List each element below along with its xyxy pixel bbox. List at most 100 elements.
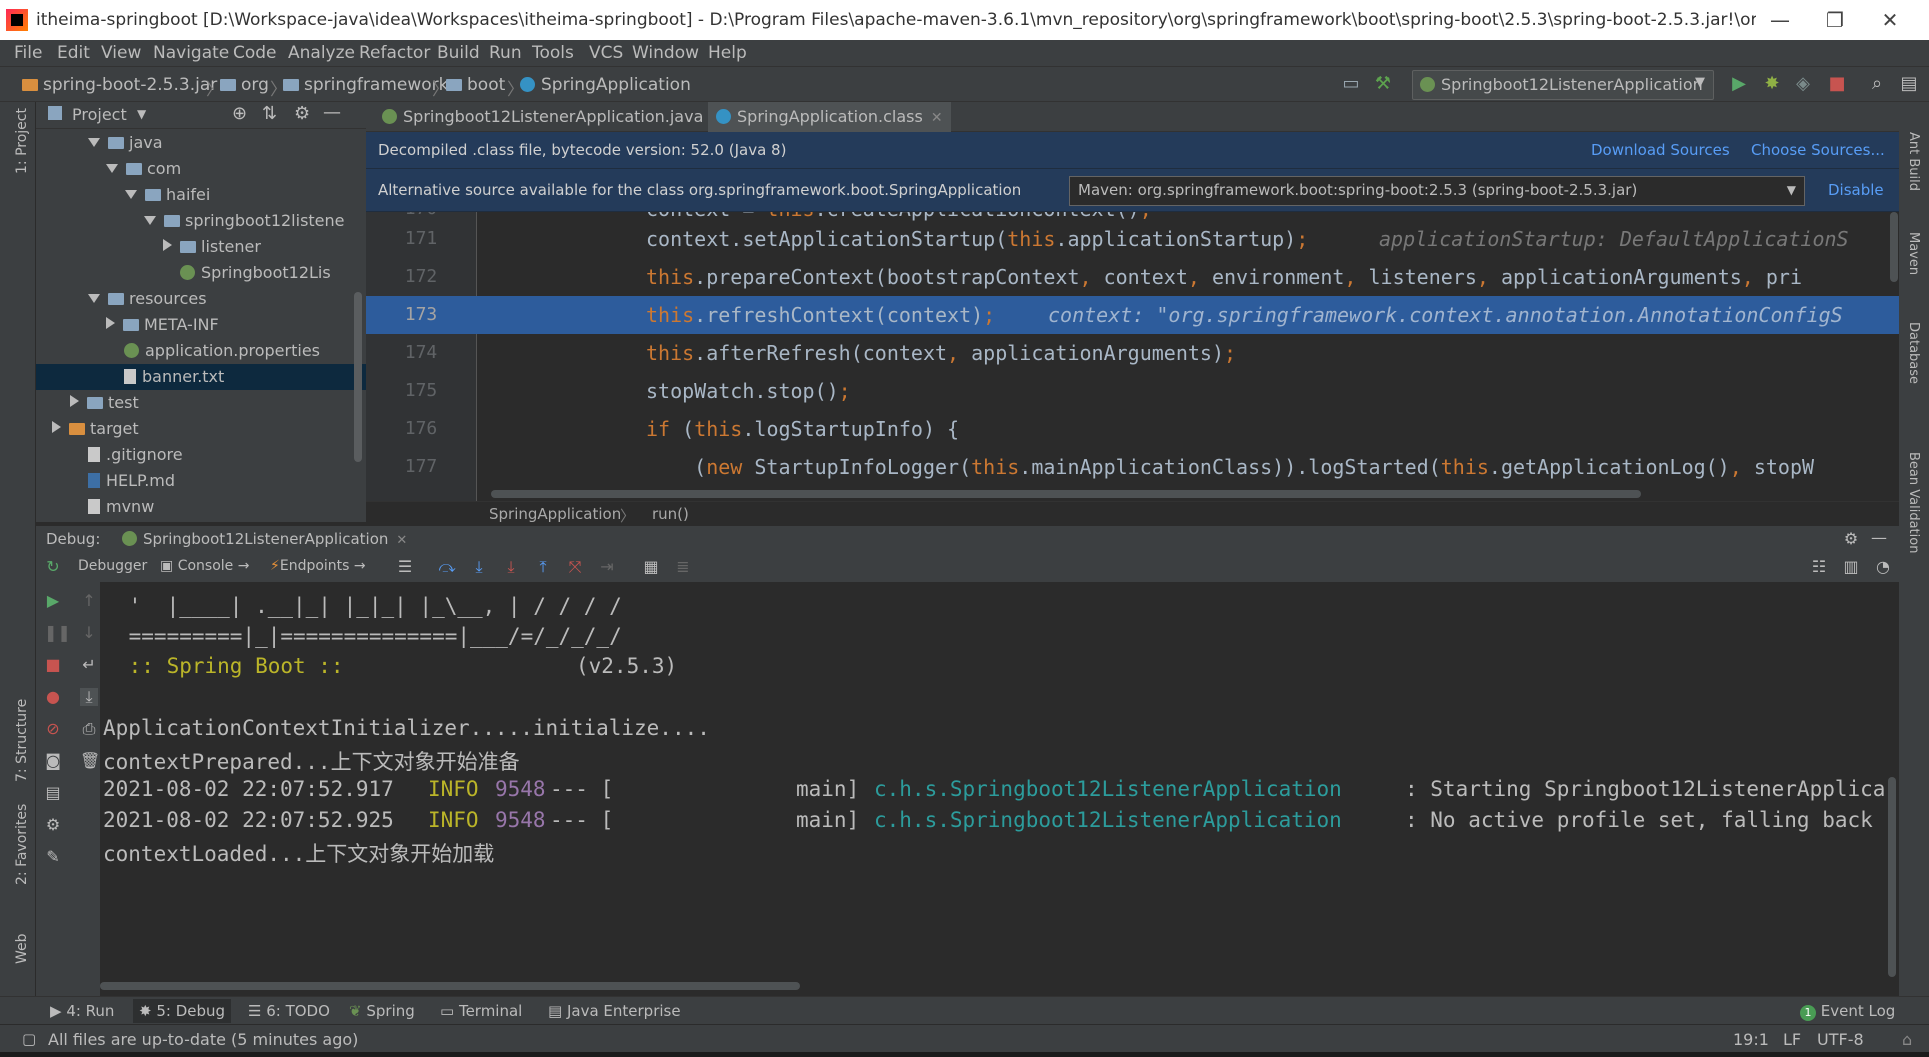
menu-build[interactable]: Build bbox=[437, 43, 480, 63]
download-sources-link[interactable]: Download Sources bbox=[1591, 141, 1730, 159]
chevron-down-icon[interactable]: ▼ bbox=[137, 107, 146, 121]
menu-file[interactable]: File bbox=[14, 43, 42, 63]
breadcrumb-method[interactable]: run() bbox=[652, 505, 689, 523]
camera-icon[interactable]: ◙ bbox=[44, 752, 62, 770]
step-over-icon[interactable]: ⤼ bbox=[438, 558, 456, 576]
tree-item[interactable]: listener bbox=[163, 234, 261, 260]
close-button[interactable]: ✕ bbox=[1872, 6, 1908, 34]
close-tab-icon[interactable]: ✕ bbox=[931, 110, 943, 126]
tree-item[interactable]: java bbox=[88, 130, 348, 156]
choose-sources-link[interactable]: Choose Sources... bbox=[1751, 141, 1885, 159]
tree-item[interactable]: test bbox=[70, 390, 139, 416]
down-arrow-icon[interactable]: ↓ bbox=[80, 624, 98, 642]
trash-icon[interactable]: 🗑 bbox=[80, 752, 100, 770]
code-area[interactable]: 170 context = this.createApplicationCont… bbox=[366, 212, 1899, 501]
tab-console[interactable]: ▣ Console → bbox=[160, 558, 249, 574]
side-tab-bean-validation[interactable]: Bean Validation bbox=[1906, 452, 1921, 553]
breadcrumb-springframework[interactable]: springframework bbox=[283, 75, 448, 95]
toggle-tool-windows-icon[interactable]: ▢ bbox=[22, 1030, 36, 1048]
side-tab-web[interactable]: Web bbox=[14, 933, 30, 964]
collapse-all-icon[interactable]: ⇅ bbox=[262, 103, 277, 124]
step-into-icon[interactable]: ⤓ bbox=[470, 558, 488, 576]
drop-frame-icon[interactable]: ⤧ bbox=[566, 558, 584, 576]
lock-icon[interactable]: ⌂ bbox=[1902, 1030, 1912, 1049]
menu-tools[interactable]: Tools bbox=[532, 43, 574, 63]
side-tab-structure[interactable]: 7: Structure bbox=[14, 699, 30, 782]
trace-icon[interactable]: ≣ bbox=[674, 558, 692, 576]
editor-horizontal-scrollbar[interactable] bbox=[491, 490, 1641, 498]
locate-icon[interactable]: ⊕ bbox=[232, 103, 247, 124]
breadcrumb-jar[interactable]: spring-boot-2.5.3.jar bbox=[22, 75, 217, 95]
gear-icon[interactable]: ⚙ bbox=[294, 103, 310, 124]
layout-icon[interactable]: ▤ bbox=[44, 784, 62, 802]
resume-icon[interactable]: ▶ bbox=[44, 592, 62, 610]
run-icon[interactable]: ▶ bbox=[1728, 73, 1750, 95]
run-configuration-select[interactable]: Springboot12ListenerApplication ▼ bbox=[1412, 70, 1714, 100]
settings-icon[interactable]: ⚙ bbox=[44, 816, 62, 834]
hide-panel-icon[interactable]: — bbox=[323, 102, 341, 123]
restore-button[interactable]: ❐ bbox=[1817, 6, 1853, 34]
tree-item[interactable]: HELP.md bbox=[88, 468, 175, 494]
tool-run[interactable]: ▶ 4: Run bbox=[50, 1002, 114, 1020]
debug-session-tab[interactable]: Springboot12ListenerApplication ✕ bbox=[122, 530, 407, 548]
build-hammer-icon[interactable]: ⚒ bbox=[1372, 73, 1394, 95]
speedometer-icon[interactable]: ◔ bbox=[1874, 558, 1892, 576]
side-tab-ant-build[interactable]: Ant Build bbox=[1906, 132, 1921, 191]
tree-item[interactable]: com bbox=[106, 156, 181, 182]
disable-link[interactable]: Disable bbox=[1828, 181, 1884, 199]
menu-analyze[interactable]: Analyze bbox=[288, 43, 355, 63]
view-breakpoints-icon[interactable]: ● bbox=[44, 688, 62, 706]
tree-item[interactable]: Springboot12Lis bbox=[180, 260, 331, 286]
stop-icon[interactable]: ■ bbox=[44, 656, 62, 674]
tree-item[interactable]: target bbox=[52, 416, 139, 442]
tool-java-enterprise[interactable]: ▤ Java Enterprise bbox=[548, 1002, 681, 1020]
project-scrollbar[interactable] bbox=[354, 292, 362, 462]
gear-icon[interactable]: ⚙ bbox=[1842, 530, 1860, 548]
line-separator[interactable]: LF bbox=[1783, 1030, 1801, 1049]
minimize-button[interactable]: — bbox=[1762, 6, 1798, 34]
show-execution-point-icon[interactable]: ☰ bbox=[396, 558, 414, 576]
editor-vertical-scrollbar[interactable] bbox=[1890, 212, 1898, 282]
menu-refactor[interactable]: Refactor bbox=[359, 43, 430, 63]
side-tab-project[interactable]: 1: Project bbox=[14, 108, 30, 174]
menu-run[interactable]: Run bbox=[489, 43, 522, 63]
tab-springboot12listenerapplication[interactable]: Springboot12ListenerApplication.java✕ bbox=[374, 102, 731, 132]
menu-window[interactable]: Window bbox=[632, 43, 699, 63]
rerun-icon[interactable]: ↻ bbox=[44, 558, 62, 576]
debug-bug-icon[interactable]: ✸ bbox=[1761, 73, 1783, 95]
tab-debugger[interactable]: Debugger bbox=[78, 558, 147, 574]
tool-terminal[interactable]: ▭ Terminal bbox=[440, 1002, 522, 1020]
coverage-icon[interactable]: ◈ bbox=[1792, 73, 1814, 95]
pause-icon[interactable]: ❚❚ bbox=[44, 624, 71, 642]
scroll-to-end-icon[interactable]: ⤓ bbox=[80, 688, 98, 706]
tree-item[interactable]: springboot12listene bbox=[144, 208, 345, 234]
tab-springapplication-class[interactable]: SpringApplication.class ✕ bbox=[708, 102, 951, 135]
run-to-cursor-icon[interactable]: ⇥ bbox=[598, 558, 616, 576]
project-view-select[interactable]: Project bbox=[72, 105, 127, 124]
close-icon[interactable]: ✕ bbox=[396, 533, 407, 548]
tool-debug[interactable]: ✸ 5: Debug bbox=[133, 999, 232, 1023]
tab-endpoints[interactable]: ⚡Endpoints → bbox=[270, 558, 366, 574]
search-icon[interactable]: ⌕ bbox=[1866, 73, 1888, 95]
caret-position[interactable]: 19:1 bbox=[1733, 1030, 1769, 1049]
tree-item[interactable]: application.properties bbox=[124, 338, 320, 364]
console-output[interactable]: (( ___)| '_ | '_| | '_ \/ _` | \ \ \ \ '… bbox=[100, 582, 1899, 996]
print-icon[interactable]: ⎙ bbox=[80, 720, 98, 738]
tree-item[interactable]: mvnw bbox=[88, 494, 154, 520]
force-step-into-icon[interactable]: ⤓ bbox=[502, 558, 520, 576]
project-structure-icon[interactable]: ▤ bbox=[1898, 73, 1920, 95]
tree-item[interactable]: haifei bbox=[125, 182, 210, 208]
soft-wrap-icon[interactable]: ↵ bbox=[80, 656, 98, 674]
file-encoding[interactable]: UTF-8 bbox=[1817, 1030, 1864, 1049]
tree-item-selected[interactable]: banner.txt bbox=[36, 364, 366, 390]
side-tab-maven[interactable]: Maven bbox=[1906, 232, 1921, 275]
stop-icon[interactable]: ■ bbox=[1826, 73, 1848, 95]
menu-help[interactable]: Help bbox=[708, 43, 747, 63]
tree-item[interactable]: .gitignore bbox=[88, 442, 183, 468]
tool-spring[interactable]: ❦ Spring bbox=[349, 1002, 415, 1020]
side-tab-database[interactable]: Database bbox=[1906, 322, 1921, 384]
up-arrow-icon[interactable]: ↑ bbox=[80, 592, 98, 610]
console-horizontal-scrollbar[interactable] bbox=[100, 982, 800, 990]
tree-item[interactable]: resources bbox=[88, 286, 207, 312]
step-out-icon[interactable]: ⤒ bbox=[534, 558, 552, 576]
